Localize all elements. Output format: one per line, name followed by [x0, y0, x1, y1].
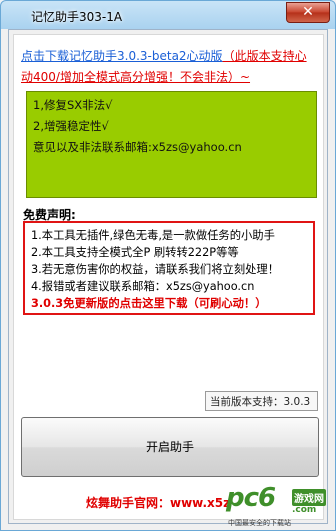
- disclaimer-box: 1.本工具无插件,绿色无毒,是一款做任务的小助手 2.本工具支持全模式全P 刷转…: [23, 221, 315, 315]
- title-bar[interactable]: 记忆助手303-1A ✕: [1, 1, 335, 29]
- version-label: 当前版本支持：3.0.3: [205, 391, 318, 411]
- disclaimer-item: 2.本工具支持全模式全P 刷转转222P等等: [31, 246, 239, 259]
- window-title: 记忆助手303-1A: [31, 10, 123, 24]
- pc6-watermark-logo: pc6 游戏网 .com 中国最安全的下载站: [226, 483, 334, 529]
- download-link-title[interactable]: 点击下载记忆助手3.0.3-beta2心动版: [21, 49, 223, 63]
- watermark-tag: 游戏网: [292, 489, 326, 506]
- official-site-link[interactable]: 炫舞助手官网：www.x5z: [86, 494, 230, 511]
- disclaimer-item: 3.若无意伤害你的权益，请联系我们将立刻处理！: [31, 263, 280, 276]
- changelog-box: 1,修复SX非法√ 2,增强稳定性√ 意见以及非法联系邮箱:x5zs@yahoo…: [26, 91, 317, 198]
- changelog-line: 意见以及非法联系邮箱:x5zs@yahoo.cn: [33, 140, 242, 154]
- disclaimer-item: 1.本工具无插件,绿色无毒,是一款做任务的小助手: [31, 229, 275, 242]
- apple-icon: [8, 6, 24, 23]
- changelog-line: 2,增强稳定性√: [33, 119, 109, 133]
- update-download-link[interactable]: 3.0.3免更新版的点击这里下载（可刷心动！）: [31, 295, 267, 311]
- watermark-slogan: 中国最安全的下载站: [228, 519, 291, 527]
- content-panel: 点击下载记忆助手3.0.3-beta2心动版（此版本支持心动400/增加全模式高…: [13, 34, 324, 520]
- changelog-line: 1,修复SX非法√: [33, 98, 113, 112]
- app-window: 记忆助手303-1A ✕ 点击下载记忆助手3.0.3-beta2心动版（此版本支…: [0, 0, 336, 531]
- disclaimer-item: 4.报错或者建议联系邮箱：x5zs@yahoo.cn: [31, 280, 255, 293]
- start-assistant-button[interactable]: 开启助手: [21, 417, 319, 477]
- download-link[interactable]: 点击下载记忆助手3.0.3-beta2心动版（此版本支持心动400/增加全模式高…: [21, 46, 317, 88]
- client-area: 点击下载记忆助手3.0.3-beta2心动版（此版本支持心动400/增加全模式高…: [8, 29, 328, 524]
- close-button[interactable]: ✕: [286, 2, 330, 23]
- watermark-pc: pc6: [226, 483, 276, 513]
- watermark-domain: .com: [292, 505, 317, 515]
